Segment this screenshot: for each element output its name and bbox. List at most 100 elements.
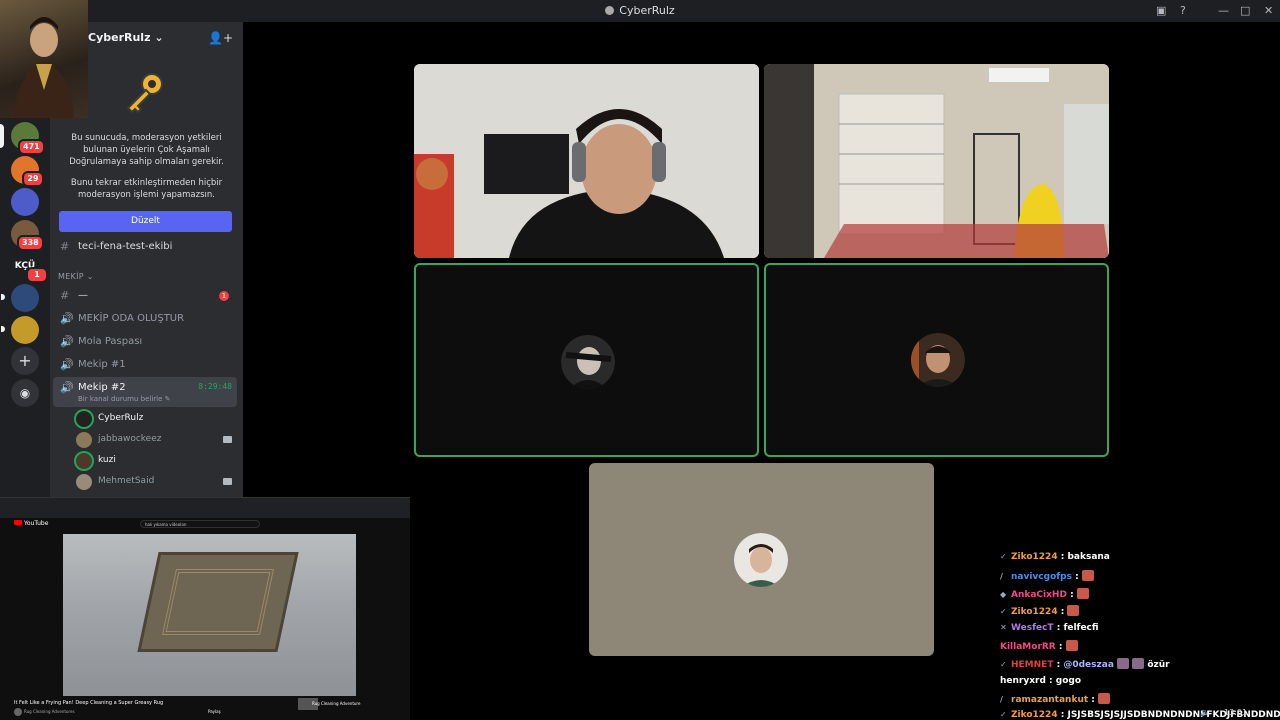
chat-message: ◆ AnkaCixHD :: [1000, 588, 1089, 606]
webcam-feed: [414, 64, 759, 258]
invite-people-icon[interactable]: 👤+: [208, 31, 233, 45]
unread-dot: [1, 294, 5, 300]
chat-message: ✕ WesfecT : felfecfi: [1000, 623, 1099, 633]
window-title: CyberRulz: [0, 4, 1280, 17]
portrait-image: [14, 17, 74, 118]
mention-badge: 1: [219, 291, 229, 301]
chat-message: henryxrd : gogo: [1000, 676, 1082, 686]
avatar: [734, 533, 788, 587]
chat-message: ✓ HEMNET : @0deszaa özür: [1000, 658, 1170, 670]
youtube-logo[interactable]: YouTube: [14, 520, 48, 527]
minimize-button[interactable]: —: [1218, 4, 1229, 17]
chat-message: KillaMorRR :: [1000, 640, 1078, 658]
emote-icon: [1076, 588, 1089, 599]
hash-icon: #: [60, 240, 70, 253]
voice-channel-mekip-2[interactable]: 🔊 Mekip #2 8:29:48 Bir kanal durumu beli…: [53, 377, 237, 407]
close-button[interactable]: ✕: [1264, 4, 1273, 17]
fix-mfa-button[interactable]: Düzelt: [59, 211, 232, 232]
discord-logo-icon: [605, 6, 615, 15]
speaker-icon: 🔊: [60, 381, 74, 394]
avatar: [76, 432, 92, 448]
mod-badge-icon: ✓: [1000, 710, 1007, 719]
related-video-title[interactable]: Rug Cleaning Adventure: [312, 701, 402, 706]
emote-icon: [1081, 570, 1094, 581]
selected-server-pill: [0, 124, 4, 148]
channel-avatar[interactable]: [14, 708, 22, 716]
video-tile-mehmetsaid[interactable]: [589, 463, 934, 656]
share-button[interactable]: Paylaş: [208, 709, 221, 714]
sword-badge-icon: /: [1000, 572, 1003, 581]
clock: 13:01: [1224, 708, 1248, 717]
avatar: [76, 474, 92, 490]
youtube-video-player[interactable]: [63, 534, 356, 696]
channel-status[interactable]: Bir kanal durumu belirle ✎: [78, 395, 171, 403]
emote-icon: [1067, 605, 1080, 616]
server-icon-3[interactable]: [11, 188, 39, 216]
speaker-icon: 🔊: [60, 335, 74, 348]
chat-message: ✓ Ziko1224 :: [1000, 605, 1080, 623]
channel-name[interactable]: Rug Cleaning Adventures: [24, 709, 75, 714]
server-badge: 29: [22, 171, 44, 187]
emote-icon: [1065, 640, 1078, 651]
chat-message: / ramazantankut :: [1000, 693, 1111, 711]
maximize-button[interactable]: □: [1240, 4, 1250, 17]
unread-dot: [1, 326, 5, 332]
server-name[interactable]: CyberRulz ⌄: [88, 31, 164, 44]
voice-timer: 8:29:48: [198, 382, 232, 391]
video-tile-cyberrulz[interactable]: [414, 64, 759, 258]
browser-tab-bar[interactable]: [0, 498, 410, 518]
rug-image: [137, 552, 299, 652]
title-bar: CyberRulz ▣ ? — □ ✕: [0, 0, 1280, 22]
swords-badge-icon: ✕: [1000, 623, 1007, 632]
voice-user[interactable]: CyberRulz: [76, 409, 236, 429]
category-mekip[interactable]: MEKİP ⌄: [58, 272, 94, 281]
system-tray: 🔈 13:01: [1180, 704, 1280, 720]
channel-text-dash[interactable]: # — 1: [53, 285, 237, 307]
channel-text-teci[interactable]: # teci-fena-test-ekibi: [53, 236, 237, 258]
sword-badge-icon: /: [1000, 695, 1003, 704]
diamond-badge-icon: ◆: [1000, 590, 1007, 599]
streamer-overlay-image: [0, 0, 88, 118]
speaker-icon: 🔊: [60, 358, 74, 371]
avatar: [911, 333, 965, 387]
voice-channel-mola[interactable]: 🔊 Mola Paspası: [53, 331, 237, 353]
volume-icon[interactable]: 🔈: [1200, 708, 1210, 717]
youtube-search-input[interactable]: halı yıkama videoları: [140, 520, 260, 528]
avatar: [76, 411, 92, 427]
avatar: [76, 453, 92, 469]
camera-icon: [223, 478, 232, 485]
youtube-header: YouTube halı yıkama videoları: [0, 518, 410, 530]
mfa-warning-subtext: Bunu tekrar etkinleştirmeden hiçbir mode…: [70, 178, 223, 200]
help-icon[interactable]: ?: [1180, 4, 1186, 17]
hash-icon: #: [60, 289, 70, 302]
emote-icon: [1117, 658, 1130, 669]
video-tile-cyberrulz-avatar[interactable]: [764, 263, 1109, 457]
avatar: [561, 335, 615, 389]
browser-overlay: YouTube halı yıkama videoları It Felt Li…: [0, 497, 410, 720]
video-title[interactable]: It Felt Like a Frying Pan! Deep Cleaning…: [14, 700, 163, 706]
voice-user[interactable]: MehmetSaid: [76, 472, 236, 492]
server-icon-tcg[interactable]: [11, 316, 39, 344]
voice-channel-mekip-1[interactable]: 🔊 Mekip #1: [53, 354, 237, 376]
server-icon-6[interactable]: [11, 284, 39, 312]
server-badge: 471: [18, 139, 45, 155]
voice-channel-create[interactable]: 🔊 MEKİP ODA OLUŞTUR: [53, 308, 237, 330]
mod-badge-icon: ✓: [1000, 660, 1007, 669]
chat-message: ✓ Ziko1224 : baksana: [1000, 552, 1110, 562]
webcam-feed: [764, 64, 1109, 258]
stream-chat-overlay: ✓ Ziko1224 : baksana / navivcgofps : ◆ Anka…: [1000, 550, 1280, 720]
emote-icon: [1098, 693, 1111, 704]
mod-badge-icon: ✓: [1000, 607, 1007, 616]
camera-icon: [223, 436, 232, 443]
speaker-icon: 🔊: [60, 312, 74, 325]
inbox-icon[interactable]: ▣: [1156, 4, 1166, 17]
mfa-warning-text: Bu sunucuda, moderasyon yetkileri buluna…: [69, 133, 224, 167]
video-tile-kuzi[interactable]: [414, 263, 759, 457]
video-tile-jabbawockeez[interactable]: [764, 64, 1109, 258]
add-server-icon[interactable]: +: [11, 347, 39, 375]
mod-badge-icon: ✓: [1000, 552, 1007, 561]
explore-servers-icon[interactable]: ◉: [11, 379, 39, 407]
emote-icon: [1132, 658, 1145, 669]
voice-user[interactable]: kuzi: [76, 451, 236, 471]
voice-user[interactable]: jabbawockeez: [76, 430, 236, 450]
